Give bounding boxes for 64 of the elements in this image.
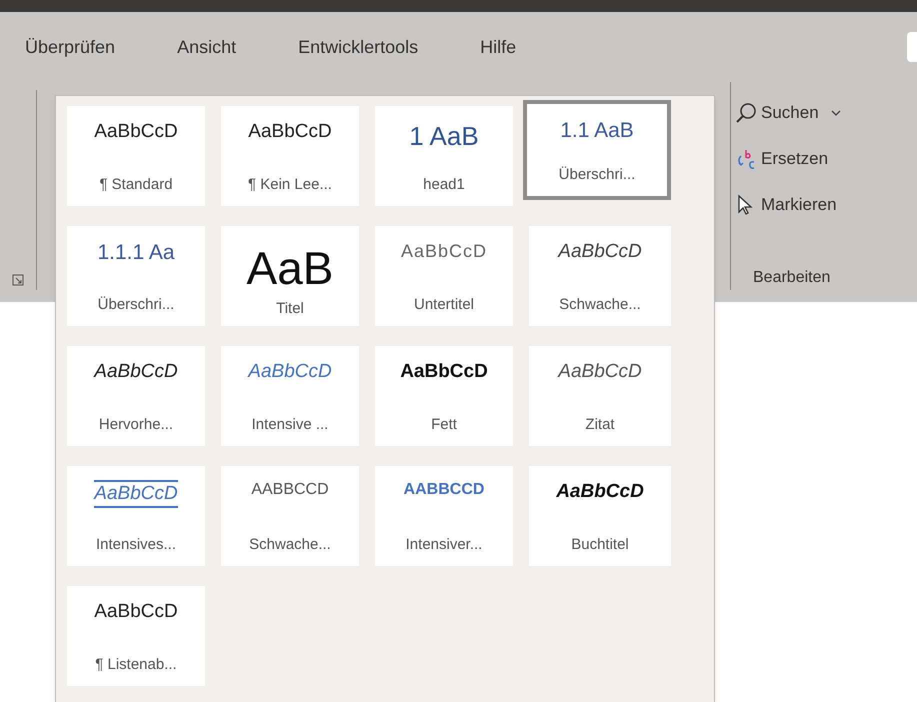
- style-name: ¶ Kein Lee...: [248, 174, 332, 194]
- style-name: head1: [423, 174, 465, 194]
- caret-icon: [830, 110, 841, 116]
- replace-icon: [735, 148, 757, 170]
- style-name: ¶ Standard: [99, 174, 173, 194]
- style-sample: AaBbCcD: [400, 240, 488, 262]
- style-sample: 1 AaB: [409, 120, 479, 152]
- group-label: Bearbeiten: [753, 268, 832, 288]
- style-tile[interactable]: AaBbCcD Schwache...: [529, 226, 671, 326]
- ribbon-command[interactable]: Suchen: [735, 90, 917, 136]
- style-name: Hervorhe...: [98, 414, 174, 434]
- style-name: Intensives...: [96, 534, 176, 554]
- style-tile[interactable]: 1.1.1 Aa Überschri...: [67, 226, 205, 326]
- ribbon-tab[interactable]: Überprüfen: [25, 30, 116, 64]
- style-sample: AABBCCD: [251, 480, 329, 500]
- search-icon: [735, 102, 757, 124]
- style-name: Schwache...: [249, 534, 331, 554]
- style-tile[interactable]: 1 AaB head1: [375, 106, 513, 206]
- ribbon-tab[interactable]: Entwicklertools: [298, 30, 418, 64]
- style-name: Zitat: [585, 414, 615, 434]
- style-tile[interactable]: AaBbCcD Intensives...: [67, 466, 205, 566]
- style-name: Titel: [276, 298, 304, 318]
- style-name: Überschri...: [98, 294, 174, 314]
- style-name: Überschri...: [558, 164, 636, 184]
- style-name: Untertitel: [414, 294, 474, 314]
- ribbon-tab[interactable]: Ansicht: [177, 30, 236, 64]
- style-sample: AaBbCcD: [94, 480, 178, 508]
- style-sample: AaBbCcD: [94, 600, 178, 624]
- style-tile[interactable]: AaBbCcD ¶ Listenab...: [67, 586, 205, 686]
- style-tile[interactable]: 1.1 AaB Überschri...: [523, 100, 671, 200]
- style-sample: AaBbCcD: [556, 480, 644, 504]
- style-tile[interactable]: AaBbCcD Intensive ...: [221, 346, 359, 446]
- style-name: Fett: [431, 414, 457, 434]
- style-tile[interactable]: AaBbCcD Buchtitel: [529, 466, 671, 566]
- style-tile[interactable]: AABBCCD Schwache...: [221, 466, 359, 566]
- style-tile[interactable]: AaB Titel: [221, 226, 359, 326]
- dialog-launcher-icon[interactable]: [12, 274, 24, 286]
- style-tile[interactable]: AaBbCcD ¶ Kein Lee...: [221, 106, 359, 206]
- style-sample: 1.1 AaB: [560, 118, 634, 144]
- style-sample: AaBbCcD: [400, 360, 488, 384]
- style-sample: AaBbCcD: [94, 120, 178, 144]
- style-tile[interactable]: AaBbCcD Hervorhe...: [67, 346, 205, 446]
- style-sample: AaBbCcD: [248, 360, 332, 384]
- style-tile[interactable]: AaBbCcD Untertitel: [375, 226, 513, 326]
- style-tile[interactable]: AaBbCcD Zitat: [529, 346, 671, 446]
- style-sample: AaBbCcD: [248, 120, 332, 144]
- ribbon-command[interactable]: Markieren: [735, 182, 917, 228]
- style-name: Buchtitel: [571, 534, 629, 554]
- style-tile[interactable]: AaBbCcD Fett: [375, 346, 513, 446]
- style-name: Intensiver...: [406, 534, 482, 554]
- ribbon-command[interactable]: Ersetzen: [735, 136, 917, 182]
- style-name: ¶ Listenab...: [95, 654, 177, 674]
- search-field[interactable]: [907, 32, 917, 62]
- style-sample: AaBbCcD: [94, 360, 178, 384]
- ribbon-tab[interactable]: Hilfe: [480, 30, 516, 64]
- style-sample: AaB: [246, 241, 334, 296]
- style-name: Intensive ...: [252, 414, 328, 434]
- style-name: Schwache...: [559, 294, 641, 314]
- style-sample: 1.1.1 Aa: [97, 240, 175, 266]
- style-sample: AaBbCcD: [558, 360, 642, 384]
- style-tile[interactable]: AaBbCcD ¶ Standard: [67, 106, 205, 206]
- style-sample: AaBbCcD: [558, 240, 642, 264]
- style-sample: AABBCCD: [404, 480, 484, 500]
- style-tile[interactable]: AABBCCD Intensiver...: [375, 466, 513, 566]
